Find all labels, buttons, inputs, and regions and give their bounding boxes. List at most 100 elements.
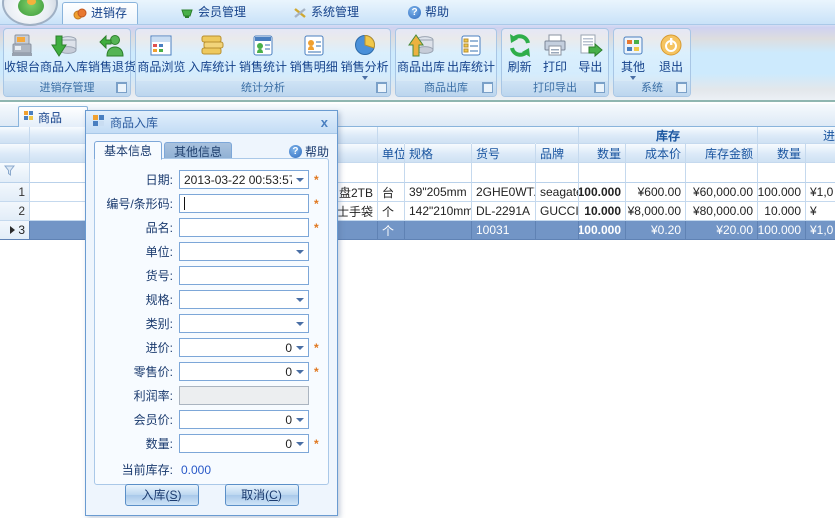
quantity-spinner[interactable]: 0 [179, 434, 309, 453]
column-header-amount[interactable]: 库存金额 [686, 144, 758, 163]
column-header-rownum[interactable] [0, 144, 30, 163]
product-name-input[interactable] [179, 218, 309, 237]
product-name-label: 品名: [95, 219, 179, 236]
chevron-down-icon[interactable] [296, 346, 304, 350]
tab-system-management[interactable]: 系统管理 [283, 2, 369, 23]
date-combobox[interactable]: 2013-03-22 00:53:57 [179, 170, 309, 189]
sales-analysis-button[interactable]: 销售分析 [339, 32, 390, 80]
tab-basic-info[interactable]: 基本信息 [94, 141, 162, 160]
category-combobox[interactable] [179, 314, 309, 333]
member-price-spinner[interactable]: 0 [179, 410, 309, 429]
chevron-down-icon[interactable] [296, 442, 304, 446]
cell-qty: 100.000 [579, 183, 626, 202]
filter-cell[interactable] [405, 163, 472, 183]
filter-cell[interactable] [806, 163, 835, 183]
chevron-down-icon[interactable] [296, 322, 304, 326]
app-window: 进销存 会员管理 系统管理 ? 帮助 [0, 0, 835, 518]
close-icon[interactable]: x [318, 115, 331, 130]
cell-cost: ¥8,000.00 [626, 202, 686, 221]
art-number-label: 货号: [95, 267, 179, 284]
cell-brand: seagate [536, 183, 579, 202]
group-header-blank [472, 127, 536, 144]
filter-cell[interactable] [579, 163, 626, 183]
cell-brand [536, 221, 579, 240]
column-header-art[interactable]: 货号 [472, 144, 536, 163]
column-header-unit[interactable]: 单位 [378, 144, 405, 163]
group-header-stock: 库存 [579, 127, 758, 144]
filter-cell[interactable] [536, 163, 579, 183]
stock-in-confirm-button[interactable]: 入库(S) [125, 484, 199, 506]
dialog-launcher-icon[interactable] [676, 82, 687, 93]
cell-amount: ¥20.00 [686, 221, 758, 240]
dialog-launcher-icon[interactable] [482, 82, 493, 93]
required-asterisk: * [314, 365, 319, 379]
chevron-down-icon[interactable] [296, 298, 304, 302]
column-header-spec[interactable]: 规格 [405, 144, 472, 163]
unit-combobox[interactable] [179, 242, 309, 261]
chevron-down-icon[interactable] [296, 178, 304, 182]
stock-out-button[interactable]: 商品出库 [396, 32, 446, 74]
cell-art: DL-2291A [472, 202, 536, 221]
dialog-title-bar[interactable]: 商品入库 x [86, 111, 337, 134]
products-icon [23, 110, 35, 125]
required-asterisk: * [314, 173, 319, 187]
sales-detail-button[interactable]: 销售明细 [288, 32, 339, 74]
tab-help[interactable]: ? 帮助 [398, 2, 459, 23]
stock-in-stats-button[interactable]: 入库统计 [187, 32, 238, 74]
ribbon-group-print-export: 刷新 打印 导出 打印导出 [501, 28, 609, 97]
column-header-extra[interactable] [806, 144, 835, 163]
export-button[interactable]: 导出 [573, 32, 608, 74]
cancel-button[interactable]: 取消(C) [225, 484, 299, 506]
dialog-launcher-icon[interactable] [116, 82, 127, 93]
power-icon [657, 32, 685, 59]
product-browse-button[interactable]: 商品浏览 [136, 32, 187, 74]
column-header-qty[interactable]: 数量 [579, 144, 626, 163]
print-button[interactable]: 打印 [537, 32, 572, 74]
cell-spec: 142"210mm [405, 202, 472, 221]
group-header-blank [536, 127, 579, 144]
chevron-down-icon[interactable] [296, 370, 304, 374]
filter-cell[interactable] [626, 163, 686, 183]
stock-out-stats-button[interactable]: 出库统计 [446, 32, 496, 74]
filter-cell[interactable] [686, 163, 758, 183]
app-orb-button[interactable] [2, 0, 58, 26]
dialog-launcher-icon[interactable] [594, 82, 605, 93]
tab-purchase-sales-inventory[interactable]: 进销存 [62, 2, 138, 24]
exit-button[interactable]: 退出 [652, 32, 690, 74]
tools-icon [293, 6, 307, 20]
column-header-qty2[interactable]: 数量 [758, 144, 806, 163]
refresh-button[interactable]: 刷新 [502, 32, 537, 74]
filter-cell[interactable] [758, 163, 806, 183]
retail-price-spinner[interactable]: 0 [179, 362, 309, 381]
sales-stats-button[interactable]: 销售统计 [238, 32, 289, 74]
document-tab-products[interactable]: 商品 [18, 106, 88, 127]
filter-cell[interactable] [378, 163, 405, 183]
dialog-launcher-icon[interactable] [376, 82, 387, 93]
tab-label: 会员管理 [198, 2, 246, 23]
tab-member-management[interactable]: 会员管理 [170, 2, 256, 23]
stock-in-button[interactable]: 商品入库 [40, 32, 88, 74]
column-header-brand[interactable]: 品牌 [536, 144, 579, 163]
cell-art: 10031 [472, 221, 536, 240]
date-label: 日期: [95, 171, 179, 188]
art-number-input[interactable] [179, 266, 309, 285]
spec-combobox[interactable] [179, 290, 309, 309]
filter-cell[interactable] [472, 163, 536, 183]
required-asterisk: * [314, 437, 319, 451]
button-label: 销售统计 [239, 60, 287, 74]
cashier-button[interactable]: 收银台 [4, 32, 40, 74]
barcode-input[interactable] [179, 194, 309, 213]
column-header-cost[interactable]: 成本价 [626, 144, 686, 163]
other-button[interactable]: 其他 [614, 32, 652, 80]
sales-return-button[interactable]: 销售退货 [88, 32, 136, 74]
filter-cell[interactable] [0, 163, 30, 183]
required-asterisk: * [314, 197, 319, 211]
unit-label: 单位: [95, 243, 179, 260]
cell-extra: ¥1,0 [806, 183, 835, 202]
chevron-down-icon[interactable] [296, 250, 304, 254]
chevron-down-icon[interactable] [296, 418, 304, 422]
purchase-price-spinner[interactable]: 0 [179, 338, 309, 357]
tab-label: 系统管理 [311, 2, 359, 23]
group-label: 统计分析 [136, 81, 390, 96]
document-tab-label: 商品 [38, 109, 62, 126]
